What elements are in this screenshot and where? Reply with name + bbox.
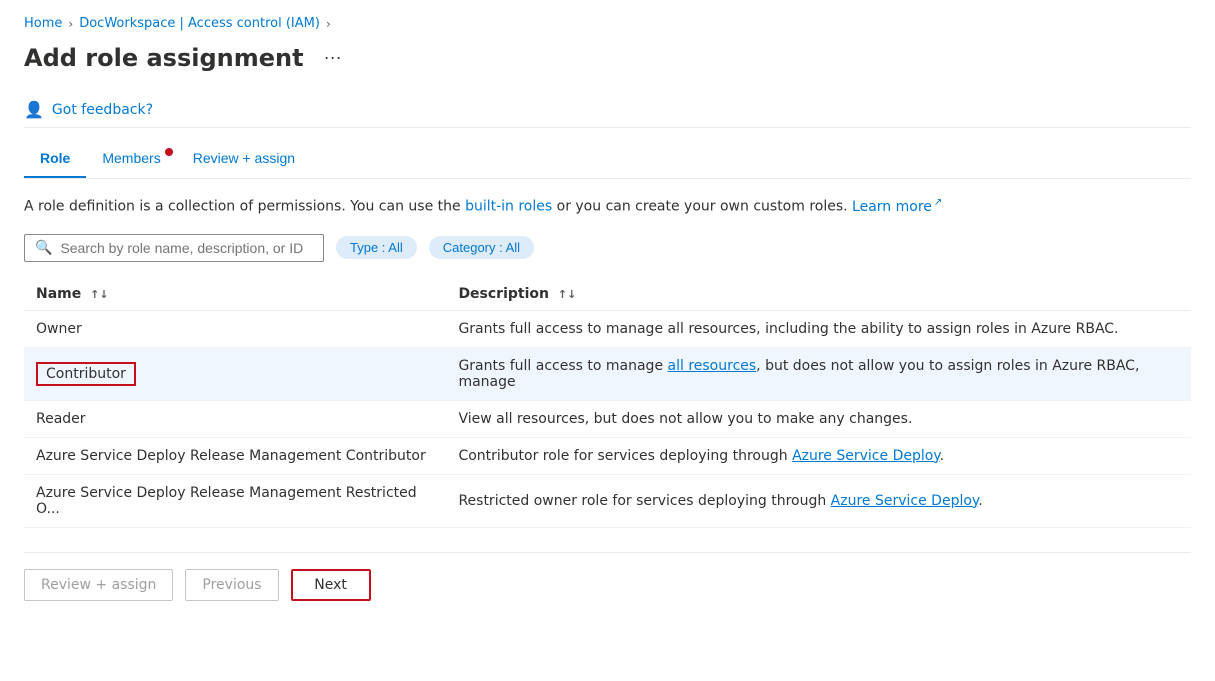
role-desc-contributor: Grants full access to manage all resourc… bbox=[446, 347, 1191, 400]
role-desc-asd-contributor: Contributor role for services deploying … bbox=[446, 437, 1191, 474]
table-row[interactable]: Azure Service Deploy Release Management … bbox=[24, 474, 1191, 527]
search-box: 🔍 bbox=[24, 234, 324, 262]
previous-button[interactable]: Previous bbox=[185, 569, 278, 601]
next-button[interactable]: Next bbox=[291, 569, 371, 601]
tabs-container: Role Members Review + assign bbox=[24, 140, 1191, 179]
table-body: Owner Grants full access to manage all r… bbox=[24, 310, 1191, 527]
role-name-owner: Owner bbox=[24, 310, 446, 347]
page-title: Add role assignment bbox=[24, 44, 304, 72]
role-name-reader: Reader bbox=[24, 400, 446, 437]
learn-more-link[interactable]: Learn more↗ bbox=[852, 199, 942, 215]
breadcrumb-sep-2: › bbox=[326, 17, 331, 31]
roles-table: Name ↑↓ Description ↑↓ Owner Grants full… bbox=[24, 278, 1191, 528]
members-badge bbox=[165, 148, 173, 156]
contributor-selected-outline: Contributor bbox=[36, 362, 136, 386]
role-desc-asd-restricted: Restricted owner role for services deplo… bbox=[446, 474, 1191, 527]
breadcrumb-sep-1: › bbox=[68, 17, 73, 31]
table-row[interactable]: Azure Service Deploy Release Management … bbox=[24, 437, 1191, 474]
azure-service-deploy-link-1[interactable]: Azure Service Deploy bbox=[792, 448, 940, 464]
search-input[interactable] bbox=[60, 240, 313, 256]
role-name-contributor: Contributor bbox=[24, 347, 446, 400]
name-sort-icon[interactable]: ↑↓ bbox=[90, 288, 108, 301]
type-filter-button[interactable]: Type : All bbox=[336, 236, 417, 259]
page-container: Home › DocWorkspace | Access control (IA… bbox=[0, 0, 1215, 625]
col-name: Name ↑↓ bbox=[24, 278, 446, 311]
table-header: Name ↑↓ Description ↑↓ bbox=[24, 278, 1191, 311]
table-row[interactable]: Owner Grants full access to manage all r… bbox=[24, 310, 1191, 347]
search-icon: 🔍 bbox=[35, 240, 52, 256]
footer: Review + assign Previous Next bbox=[24, 552, 1191, 609]
ext-link-icon: ↗ bbox=[934, 197, 942, 208]
feedback-icon: 👤 bbox=[24, 100, 44, 119]
role-name-asd-contributor: Azure Service Deploy Release Management … bbox=[24, 437, 446, 474]
col-description: Description ↑↓ bbox=[446, 278, 1191, 311]
more-options-button[interactable]: ··· bbox=[316, 43, 350, 72]
tab-members[interactable]: Members bbox=[86, 140, 176, 178]
page-title-row: Add role assignment ··· bbox=[24, 43, 1191, 72]
table-row[interactable]: Contributor Grants full access to manage… bbox=[24, 347, 1191, 400]
tab-role[interactable]: Role bbox=[24, 140, 86, 178]
table-row[interactable]: Reader View all resources, but does not … bbox=[24, 400, 1191, 437]
role-desc-owner: Grants full access to manage all resourc… bbox=[446, 310, 1191, 347]
role-desc-reader: View all resources, but does not allow y… bbox=[446, 400, 1191, 437]
search-filter-row: 🔍 Type : All Category : All bbox=[24, 234, 1191, 262]
feedback-link[interactable]: Got feedback? bbox=[52, 102, 153, 118]
all-resources-link[interactable]: all resources bbox=[668, 358, 757, 374]
built-in-roles-link[interactable]: built-in roles bbox=[465, 199, 552, 215]
breadcrumb: Home › DocWorkspace | Access control (IA… bbox=[24, 16, 1191, 31]
azure-service-deploy-link-2[interactable]: Azure Service Deploy bbox=[831, 493, 979, 509]
tab-review-assign[interactable]: Review + assign bbox=[177, 140, 311, 178]
breadcrumb-home[interactable]: Home bbox=[24, 16, 62, 31]
feedback-bar: 👤 Got feedback? bbox=[24, 92, 1191, 128]
desc-sort-icon[interactable]: ↑↓ bbox=[558, 288, 576, 301]
role-name-asd-restricted: Azure Service Deploy Release Management … bbox=[24, 474, 446, 527]
review-assign-button[interactable]: Review + assign bbox=[24, 569, 173, 601]
breadcrumb-iam[interactable]: DocWorkspace | Access control (IAM) bbox=[79, 16, 320, 31]
category-filter-button[interactable]: Category : All bbox=[429, 236, 534, 259]
description-text: A role definition is a collection of per… bbox=[24, 195, 1191, 218]
